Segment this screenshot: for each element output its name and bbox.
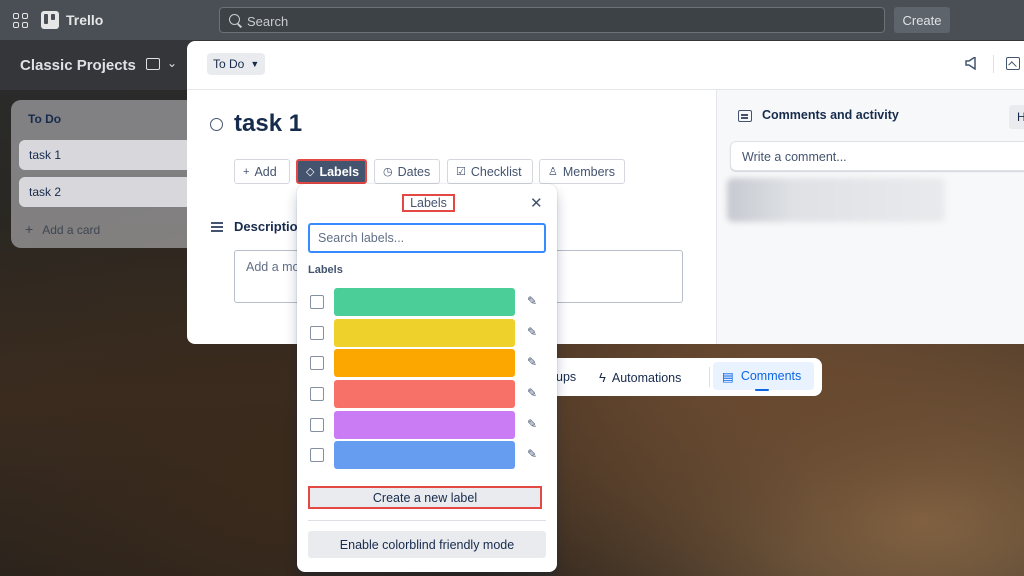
task-complete-toggle[interactable] (210, 118, 223, 131)
automations-label: Automations (611, 370, 682, 385)
label-swatch-blue[interactable] (334, 441, 515, 469)
chevron-down-icon: ▼ (250, 59, 260, 69)
list-status-label: To Do (213, 57, 245, 71)
comment-input[interactable]: Write a comment... (730, 141, 1024, 171)
add-card-button[interactable]: + Add a card (25, 221, 100, 237)
comments-panel: Comments and activity H Write a comment.… (716, 90, 1024, 344)
chevron-down-icon[interactable]: ⌄ (167, 56, 177, 70)
cover-image-icon[interactable] (1006, 57, 1020, 70)
comments-icon: ▤ (722, 369, 734, 384)
comments-toggle-button[interactable]: ▤ Comments (713, 362, 814, 390)
megaphone-icon[interactable] (965, 57, 979, 70)
plus-icon: + (243, 165, 250, 178)
labels-button-label: Labels (319, 164, 360, 179)
pencil-icon[interactable]: ✎ (527, 325, 537, 339)
search-placeholder: Search (247, 14, 289, 29)
label-swatch-orange[interactable] (334, 349, 515, 377)
label-row-green: ✎ (297, 288, 557, 316)
comments-icon (738, 110, 752, 122)
hide-details-button[interactable]: H (1009, 105, 1024, 129)
members-button[interactable]: ♙ Members (539, 159, 625, 184)
list-title[interactable]: To Do (28, 112, 61, 126)
automations-button[interactable]: ϟ Automations (599, 370, 681, 385)
members-button-label: Members (562, 164, 615, 179)
add-card-label: Add a card (42, 223, 101, 237)
colorblind-mode-button[interactable]: Enable colorblind friendly mode (308, 531, 546, 558)
checklist-button-label: Checklist (470, 164, 522, 179)
activity-item-blurred (727, 178, 945, 222)
pencil-icon[interactable]: ✎ (527, 355, 537, 369)
card-title[interactable]: task 1 (234, 110, 302, 138)
tag-icon: ◇ (306, 166, 315, 178)
description-icon (211, 222, 223, 232)
add-button-label: Add (254, 164, 277, 179)
header-divider (993, 55, 994, 73)
bottom-bar-divider (709, 367, 710, 387)
dates-button[interactable]: ◷ Dates (374, 159, 440, 184)
label-checkbox[interactable] (310, 326, 324, 340)
label-swatch-purple[interactable] (334, 411, 515, 439)
card-task-1[interactable]: task 1 (19, 140, 197, 170)
comments-toggle-label: Comments (740, 369, 802, 383)
create-new-label-button[interactable]: Create a new label (308, 486, 542, 509)
search-input[interactable]: Search (219, 7, 885, 33)
add-button[interactable]: + Add (234, 159, 290, 184)
pencil-icon[interactable]: ✎ (527, 294, 537, 308)
search-labels-input[interactable]: Search labels... (308, 223, 546, 253)
label-checkbox[interactable] (310, 448, 324, 462)
label-row-yellow: ✎ (297, 319, 557, 347)
add-member-icon: ♙ (548, 166, 558, 178)
label-row-red: ✎ (297, 380, 557, 408)
lightning-icon: ϟ (599, 370, 606, 385)
pencil-icon[interactable]: ✎ (527, 386, 537, 400)
popover-divider (308, 520, 546, 521)
dates-button-label: Dates (397, 164, 431, 179)
labels-button[interactable]: ◇ Labels (296, 159, 367, 184)
active-tab-indicator (755, 389, 769, 391)
labels-popover: Labels ✕ Search labels... Labels ✎ ✎ ✎ ✎… (297, 184, 557, 572)
label-checkbox[interactable] (310, 295, 324, 309)
pencil-icon[interactable]: ✎ (527, 417, 537, 431)
label-swatch-red[interactable] (334, 380, 515, 408)
checkbox-icon: ☑ (456, 166, 466, 178)
label-row-blue: ✎ (297, 441, 557, 469)
labels-section-heading: Labels (308, 264, 343, 276)
comments-title: Comments and activity (762, 108, 899, 122)
app-name[interactable]: Trello (66, 12, 103, 28)
label-checkbox[interactable] (310, 418, 324, 432)
board-title[interactable]: Classic Projects (20, 57, 136, 74)
create-button[interactable]: Create (894, 7, 950, 33)
label-checkbox[interactable] (310, 387, 324, 401)
card-task-2[interactable]: task 2 (19, 177, 197, 207)
trello-logo-icon[interactable] (41, 11, 59, 29)
board-bottom-bar: ups ϟ Automations ▤ Comments (556, 358, 822, 396)
board-view-icon[interactable] (146, 58, 160, 70)
modal-header: To Do ▼ (187, 41, 1024, 90)
checklist-button[interactable]: ☑ Checklist (447, 159, 533, 184)
search-icon (229, 14, 240, 25)
label-checkbox[interactable] (310, 356, 324, 370)
label-swatch-yellow[interactable] (334, 319, 515, 347)
plus-icon: + (25, 221, 34, 237)
label-row-orange: ✎ (297, 349, 557, 377)
label-row-purple: ✎ (297, 411, 557, 439)
description-heading: Description (234, 219, 306, 234)
power-ups-label: ups (556, 370, 577, 384)
app-switcher-icon[interactable] (13, 13, 28, 28)
clock-icon: ◷ (383, 166, 393, 178)
top-navigation-bar: Trello Search Create (0, 0, 1024, 40)
label-swatch-green[interactable] (334, 288, 515, 316)
power-ups-button[interactable]: ups (556, 370, 576, 384)
popover-title: Labels (402, 194, 455, 212)
close-icon[interactable]: ✕ (530, 194, 543, 212)
list-status-dropdown[interactable]: To Do ▼ (207, 53, 266, 75)
pencil-icon[interactable]: ✎ (527, 447, 537, 461)
list-to-do: To Do task 1 task 2 + Add a card (11, 100, 201, 248)
